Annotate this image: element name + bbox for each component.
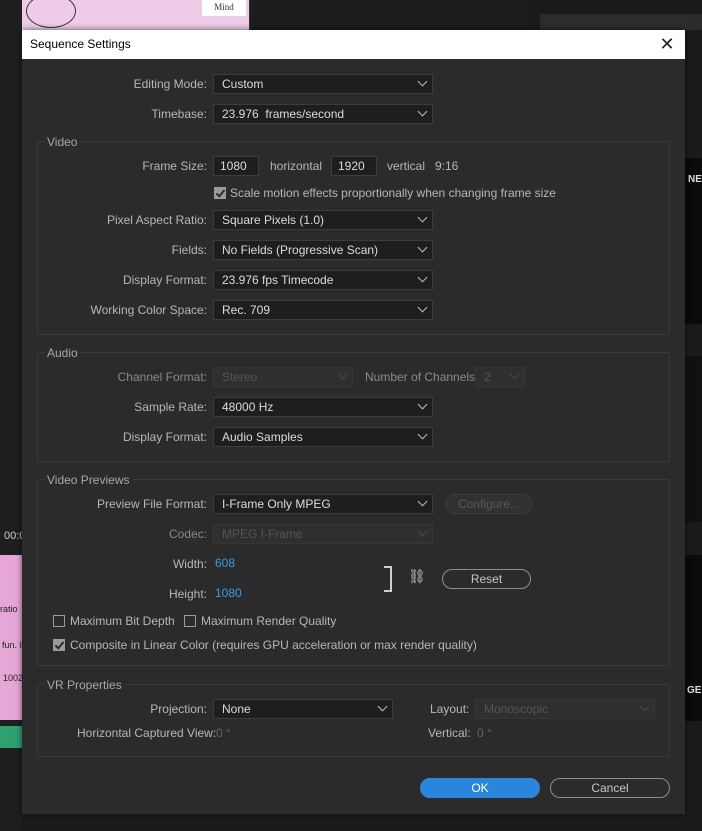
scale-motion-checkbox[interactable] [214,187,226,199]
timebase-select[interactable]: 23.976 frames/second [213,104,433,124]
chevron-down-icon [377,701,388,712]
dialog-title: Sequence Settings [30,37,131,51]
audio-display-format-select[interactable]: Audio Samples [213,427,433,447]
preview-width-value[interactable]: 608 [215,556,235,570]
chevron-down-icon [417,242,428,253]
vertical-captured-label: Vertical: [428,726,471,740]
display-format-select[interactable]: 23.976 fps Timecode [213,270,433,290]
reset-button[interactable]: Reset [442,569,531,589]
thumbnail-logo: Mind [202,0,246,16]
preview-height-label: Height: [168,587,207,601]
max-bit-depth-label: Maximum Bit Depth [70,614,175,628]
chain-link-icon[interactable]: ⛓ [408,568,426,585]
editing-mode-label: Editing Mode: [133,77,207,91]
background-thumbnail: Mind [22,0,249,30]
working-color-label: Working Color Space: [90,303,208,317]
sample-rate-label: Sample Rate: [134,400,207,414]
configure-button[interactable]: Configure... [446,494,532,514]
scale-motion-label: Scale motion effects proportionally when… [230,186,556,200]
chevron-down-icon [417,212,428,223]
background-top-panel [249,0,528,30]
codec-select: MPEG I-Frame [213,524,433,544]
frame-size-label: Frame Size: [142,159,207,173]
chevron-down-icon [417,302,428,313]
timeline-clip[interactable] [0,555,22,720]
horizontal-label: horizontal [270,159,323,173]
max-bit-depth-checkbox[interactable] [53,615,65,627]
max-render-quality-checkbox[interactable] [184,615,196,627]
clip-label: fun. I [2,640,23,650]
vertical-captured-value: 0 ° [477,726,492,740]
chevron-down-icon [337,369,348,380]
fields-label: Fields: [171,243,207,257]
chevron-down-icon [417,399,428,410]
projection-label: Projection: [150,702,207,716]
cancel-button[interactable]: Cancel [550,778,670,798]
sequence-settings-dialog: Sequence Settings ✕ Editing Mode: Custom… [22,30,685,814]
chevron-down-icon [417,76,428,87]
background-top-right-panel [540,14,702,30]
fields-select[interactable]: No Fields (Progressive Scan) [213,240,433,260]
editing-mode-select[interactable]: Custom [213,74,433,94]
dialog-titlebar[interactable]: Sequence Settings ✕ [22,30,685,59]
composite-linear-checkbox[interactable] [53,639,65,651]
vr-properties-group [37,684,670,757]
vertical-label: vertical [387,159,426,173]
pixel-aspect-label: Pixel Aspect Ratio: [106,213,207,227]
horizontal-captured-value: 0 ° [216,726,231,740]
timebase-label: Timebase: [151,107,207,121]
codec-label: Codec: [168,527,207,541]
link-bracket [384,566,392,592]
frame-width-input[interactable]: 1080 [213,156,259,176]
preview-width-label: Width: [172,557,207,571]
audio-display-format-label: Display Format: [122,430,207,444]
composite-linear-label: Composite in Linear Color (requires GPU … [70,638,477,652]
projection-select[interactable]: None [213,699,393,719]
vr-properties-group-title: VR Properties [44,678,125,692]
chevron-down-icon [417,526,428,537]
audio-group-title: Audio [44,346,81,360]
preview-height-value[interactable]: 1080 [215,586,242,600]
ok-button[interactable]: OK [420,778,540,798]
clip-label: ratio [0,604,18,614]
thumbnail-circle [26,0,76,28]
display-format-label: Display Format: [122,273,207,287]
preview-file-format-label: Preview File Format: [96,497,207,511]
working-color-select[interactable]: Rec. 709 [213,300,433,320]
video-previews-group-title: Video Previews [44,473,133,487]
sample-rate-select[interactable]: 48000 Hz [213,397,433,417]
chevron-down-icon [417,272,428,283]
layout-label: Layout: [430,702,470,716]
horizontal-captured-label: Horizontal Captured View: [77,726,217,740]
chevron-down-icon [417,106,428,117]
chevron-down-icon [417,496,428,507]
clip-label: 1002 [3,673,24,683]
frame-height-input[interactable]: 1920 [331,156,377,176]
layout-select: Monoscopic [475,699,655,719]
chevron-down-icon [639,701,650,712]
chevron-down-icon [509,369,520,380]
num-channels-select: 2 [475,367,525,387]
max-render-quality-label: Maximum Render Quality [201,614,337,628]
preview-file-format-select[interactable]: I-Frame Only MPEG [213,494,433,514]
background-right-thumb: GE [685,555,702,721]
background-right-thumb: NE [685,158,702,324]
num-channels-label: Number of Channels: [365,370,479,384]
aspect-ratio-readout: 9:16 [435,159,459,173]
channel-format-label: Channel Format: [117,370,207,384]
video-group-title: Video [44,135,81,149]
timeline-audio-clip[interactable] [0,726,22,748]
chevron-down-icon [417,429,428,440]
pixel-aspect-select[interactable]: Square Pixels (1.0) [213,210,433,230]
background-right-thumb [685,356,702,522]
channel-format-select: Stereo [213,367,353,387]
close-icon[interactable]: ✕ [657,34,677,54]
